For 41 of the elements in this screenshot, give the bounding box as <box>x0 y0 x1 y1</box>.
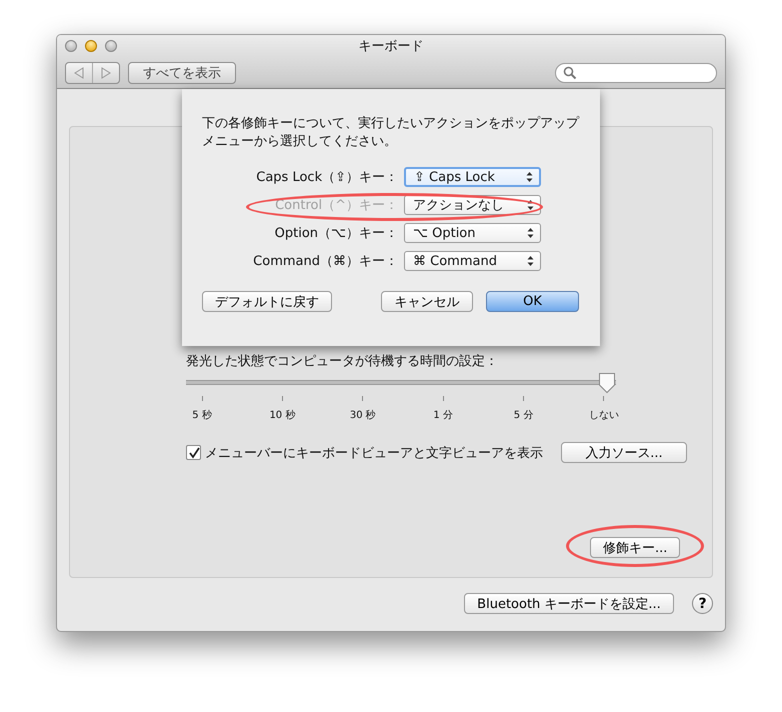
modifier-key-label: Command（⌘）キー： <box>252 253 399 270</box>
window-title: キーボード <box>358 38 424 55</box>
tick-label: 10 秒 <box>269 408 296 422</box>
restore-button[interactable]: デフォルトに戻す <box>202 291 332 312</box>
slider-label: 発光した状態でコンピュータが待機する時間の設定： <box>186 353 499 370</box>
cancel-button[interactable]: キャンセル <box>381 291 473 312</box>
modifier-key-label: Caps Lock（⇪）キー： <box>255 169 399 186</box>
stepper-arrows-icon <box>527 227 534 239</box>
modifier-key-label: Control（^）キー： <box>274 197 399 214</box>
tick-label: 30 秒 <box>350 408 376 422</box>
tick-mark <box>603 396 604 401</box>
search-field[interactable] <box>555 62 717 82</box>
minimize-button[interactable] <box>85 40 97 52</box>
tick-label: 5 秒 <box>192 408 212 422</box>
action-popup[interactable]: ⌘ Command <box>404 251 541 271</box>
checkbox-label: メニューバーにキーボードビューアと文字ビューアを表示 <box>205 444 543 462</box>
tick-label: 1 分 <box>433 409 453 422</box>
tick-label: 5 分 <box>514 409 534 422</box>
zoom-button[interactable] <box>105 40 117 52</box>
slider-thumb[interactable] <box>598 372 616 394</box>
stepper-arrows-icon <box>526 171 533 183</box>
show-all-button[interactable]: すべてを表示 <box>128 62 236 84</box>
tick-label: しない <box>588 409 619 422</box>
input-sources-button[interactable]: 入力ソース... <box>561 442 687 463</box>
bluetooth-keyboard-button[interactable]: Bluetooth キーボードを設定... <box>464 593 674 614</box>
stepper-arrows-icon <box>527 199 534 211</box>
modifier-key-label: Option（⌥）キー： <box>274 225 399 242</box>
action-popup[interactable]: ⇪ Caps Lock <box>404 167 541 187</box>
action-popup[interactable]: ⌥ Option <box>404 223 541 243</box>
close-button[interactable] <box>65 40 77 52</box>
tick-mark <box>523 396 524 401</box>
default-button[interactable]: OK <box>486 291 579 312</box>
sheet-message: 下の各修飾キーについて、実行したいアクションをポップアップメニューから選択してください。 <box>202 115 580 151</box>
help-button[interactable]: ? <box>692 593 713 614</box>
tick-mark <box>362 396 364 401</box>
stepper-arrows-icon <box>527 255 534 267</box>
tick-mark <box>442 396 444 401</box>
tick-mark <box>282 396 283 401</box>
checkbox[interactable] <box>186 445 201 460</box>
modifier-keys-button[interactable]: 修飾キー... <box>590 537 680 558</box>
search-icon <box>563 66 577 80</box>
